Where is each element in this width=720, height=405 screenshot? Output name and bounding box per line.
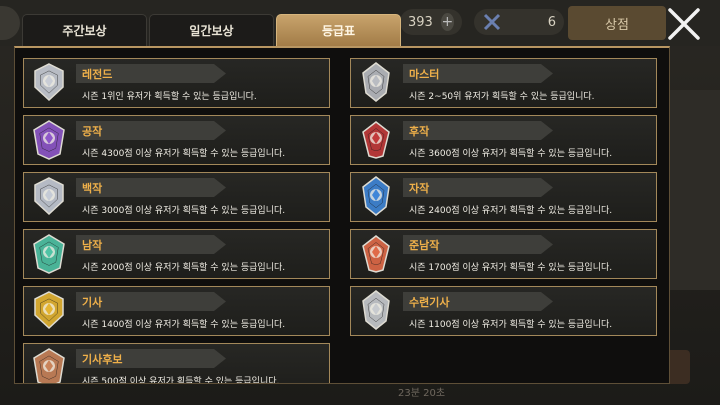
background-timer: 23분 20초	[398, 388, 446, 399]
grade-card: 자작시즌 2400점 이상 유저가 획득할 수 있는 등급입니다.	[350, 172, 657, 222]
currency-value: 393	[408, 14, 433, 30]
grade-name: 자작	[409, 182, 430, 195]
legend-emblem-icon	[34, 63, 64, 102]
viscount-emblem-icon	[362, 176, 390, 216]
grade-description: 시즌 2400점 이상 유저가 획득할 수 있는 등급입니다.	[409, 206, 613, 216]
grade-name: 마스터	[409, 68, 440, 81]
tab-weekly-reward[interactable]: 주간보상	[22, 14, 147, 46]
grade-name: 남작	[82, 239, 103, 252]
grade-card: 마스터시즌 2~50위 유저가 획득할 수 있는 등급입니다.	[350, 58, 657, 108]
grade-description: 시즌 2000점 이상 유저가 획득할 수 있는 등급입니다.	[82, 263, 286, 273]
close-icon[interactable]	[664, 4, 704, 44]
grade-name: 준남작	[409, 239, 440, 252]
grade-card: 준남작시즌 1700점 이상 유저가 획득할 수 있는 등급입니다.	[350, 229, 657, 279]
tab-grade-table[interactable]: 등급표	[276, 14, 401, 46]
crossed-swords-icon	[483, 13, 501, 31]
grade-table-panel: 레전드시즌 1위인 유저가 획득할 수 있는 등급입니다. 마스터시즌 2~50위…	[14, 46, 670, 384]
grade-description: 시즌 4300점 이상 유저가 획득할 수 있는 등급입니다.	[82, 149, 286, 159]
swords-stat: 6	[474, 9, 564, 35]
grade-card: 기사시즌 1400점 이상 유저가 획득할 수 있는 등급입니다.	[23, 286, 330, 336]
grade-name: 레전드	[82, 68, 113, 81]
grade-description: 시즌 1위인 유저가 획득할 수 있는 등급입니다.	[82, 92, 257, 102]
baron-emblem-icon	[33, 234, 65, 274]
currency-stat: 393 +	[400, 9, 462, 35]
tab-daily-reward[interactable]: 일간보상	[149, 14, 274, 46]
grade-card: 수련기사시즌 1100점 이상 유저가 획득할 수 있는 등급입니다.	[350, 286, 657, 336]
grade-card: 공작시즌 4300점 이상 유저가 획득할 수 있는 등급입니다.	[23, 115, 330, 165]
grade-name: 공작	[82, 125, 103, 138]
grade-description: 시즌 1400점 이상 유저가 획득할 수 있는 등급입니다.	[82, 320, 286, 330]
squire-emblem-icon	[362, 290, 390, 330]
knight-emblem-icon	[34, 291, 64, 330]
tab-bar: 주간보상 일간보상 등급표	[22, 14, 401, 46]
swords-value: 6	[547, 14, 556, 30]
baronet-emblem-icon	[362, 235, 390, 273]
grade-name: 수련기사	[409, 296, 450, 309]
grade-description: 시즌 2~50위 유저가 획득할 수 있는 등급입니다.	[409, 92, 595, 102]
grade-card: 백작시즌 3000점 이상 유저가 획득할 수 있는 등급입니다.	[23, 172, 330, 222]
grade-description: 시즌 3000점 이상 유저가 획득할 수 있는 등급입니다.	[82, 206, 286, 216]
grade-name: 후작	[409, 125, 430, 138]
grade-card: 후작시즌 3600점 이상 유저가 획득할 수 있는 등급입니다.	[350, 115, 657, 165]
grade-card: 남작시즌 2000점 이상 유저가 획득할 수 있는 등급입니다.	[23, 229, 330, 279]
grade-description: 시즌 1700점 이상 유저가 획득할 수 있는 등급입니다.	[409, 263, 613, 273]
grade-name: 기사후보	[82, 353, 123, 366]
shop-button[interactable]: 상점	[568, 6, 666, 40]
grade-description: 시즌 500점 이상 유저가 획득할 수 있는 등급입니다.	[82, 377, 280, 384]
candidate-emblem-icon	[33, 348, 65, 383]
marquis-emblem-icon	[362, 121, 390, 159]
grade-name: 백작	[82, 182, 103, 195]
master-emblem-icon	[362, 62, 390, 102]
add-currency-icon[interactable]: +	[440, 13, 454, 31]
grade-card: 기사후보시즌 500점 이상 유저가 획득할 수 있는 등급입니다.	[23, 343, 330, 384]
count-emblem-icon	[34, 177, 64, 216]
background-side-panel	[664, 90, 720, 290]
grade-description: 시즌 3600점 이상 유저가 획득할 수 있는 등급입니다.	[409, 149, 613, 159]
grade-description: 시즌 1100점 이상 유저가 획득할 수 있는 등급입니다.	[409, 320, 613, 330]
grade-card: 레전드시즌 1위인 유저가 획득할 수 있는 등급입니다.	[23, 58, 330, 108]
duke-emblem-icon	[33, 120, 65, 160]
grade-name: 기사	[82, 296, 103, 309]
